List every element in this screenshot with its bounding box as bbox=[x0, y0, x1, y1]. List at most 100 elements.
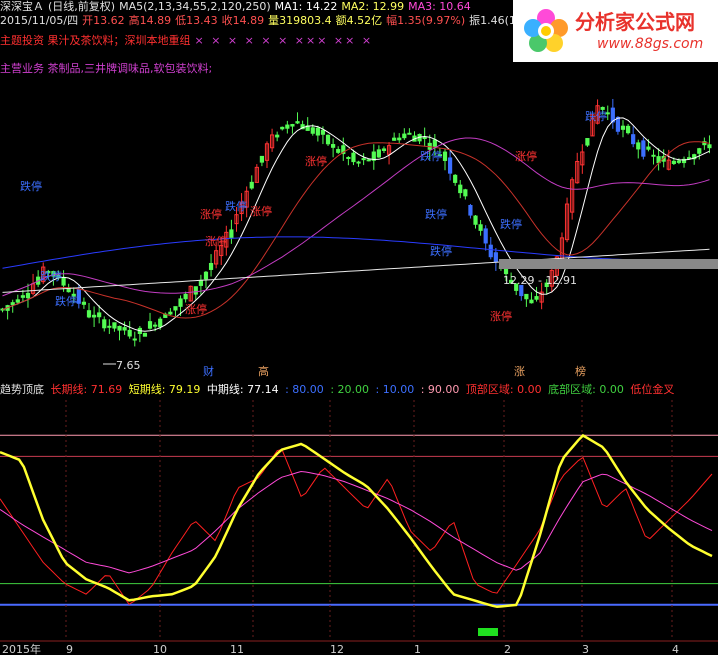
candle-body bbox=[112, 322, 117, 329]
candle-body bbox=[615, 116, 621, 132]
candle-body bbox=[249, 181, 254, 189]
level-90: : 90.00 bbox=[420, 383, 460, 396]
ma-line-mid bbox=[2, 141, 710, 319]
candle-body bbox=[687, 157, 692, 160]
candle-body bbox=[432, 139, 437, 147]
candle-body bbox=[585, 138, 590, 146]
candle-body bbox=[407, 132, 412, 135]
candle-body bbox=[183, 293, 188, 300]
candle-body bbox=[529, 299, 534, 304]
candle-body bbox=[20, 295, 25, 298]
long-line bbox=[0, 448, 713, 605]
candle-body bbox=[397, 137, 402, 141]
candle-body bbox=[107, 325, 112, 328]
candle-body bbox=[620, 125, 626, 130]
limit-down-label: 跌停 bbox=[40, 269, 62, 283]
mid-line-value: 中期线: 77.14 bbox=[206, 383, 279, 396]
candle-body bbox=[147, 321, 153, 329]
low-price-label: 7.65 bbox=[116, 359, 141, 372]
candle-body bbox=[229, 229, 234, 239]
limit-up-label: 涨停 bbox=[185, 302, 207, 316]
candle-body bbox=[320, 129, 326, 135]
candle-body bbox=[280, 126, 285, 130]
x-axis: 2015年 9 10 11 12 1 2 3 4 bbox=[0, 640, 718, 655]
candle-body bbox=[473, 215, 478, 225]
candle-body bbox=[275, 134, 280, 138]
candle-body bbox=[198, 279, 203, 286]
candle-body bbox=[534, 296, 539, 300]
limit-down-label: 跌停 bbox=[425, 207, 447, 221]
candle-body bbox=[351, 152, 356, 163]
candle-body bbox=[193, 286, 198, 295]
candle-body bbox=[336, 149, 341, 153]
candle-body bbox=[488, 244, 493, 258]
candle-body bbox=[453, 174, 458, 183]
bottom-zone: 底部区域: 0.00 bbox=[548, 383, 624, 396]
candle-body bbox=[447, 157, 453, 174]
level-80: : 80.00 bbox=[285, 383, 324, 396]
x-tick-label: 12 bbox=[330, 643, 344, 655]
candle-body bbox=[158, 318, 163, 328]
candle-body bbox=[346, 157, 351, 160]
limit-up-label: 涨停 bbox=[490, 309, 512, 323]
candle-body bbox=[651, 154, 656, 157]
candle-body bbox=[10, 302, 15, 306]
candle-body bbox=[132, 338, 137, 341]
ma-line-purple bbox=[2, 137, 710, 297]
event-marker: 涨 bbox=[514, 365, 525, 378]
candle-body bbox=[81, 301, 87, 305]
candle-body bbox=[707, 144, 712, 149]
candle-body bbox=[102, 319, 107, 329]
mid-line bbox=[0, 470, 713, 574]
range-label: 12.29 - 12.91 bbox=[503, 274, 577, 287]
event-marker: 财 bbox=[203, 364, 214, 378]
candle-body bbox=[676, 160, 682, 163]
x-tick-label: 4 bbox=[672, 643, 679, 655]
candle-body bbox=[463, 189, 468, 197]
candle-body bbox=[646, 146, 651, 150]
limit-down-label: 跌停 bbox=[430, 244, 452, 258]
limit-up-label: 涨停 bbox=[305, 154, 327, 168]
candle-body bbox=[178, 298, 183, 307]
candle-body bbox=[86, 310, 92, 318]
candle-body bbox=[402, 133, 407, 139]
x-tick-label: 3 bbox=[582, 643, 589, 655]
ma-line-long bbox=[2, 248, 710, 293]
limit-down-label: 跌停 bbox=[585, 109, 607, 123]
candle-body bbox=[97, 312, 102, 318]
candle-body bbox=[483, 228, 488, 244]
candle-body bbox=[625, 125, 631, 134]
candle-body bbox=[641, 140, 646, 157]
indicator-chart bbox=[0, 400, 718, 640]
candle-body bbox=[468, 204, 473, 216]
candle-body bbox=[671, 160, 676, 164]
candle-body bbox=[381, 148, 387, 151]
indicator-title: 趋势顶底 bbox=[0, 383, 44, 396]
short-line-value: 短期线: 79.19 bbox=[128, 383, 201, 396]
candle-body bbox=[25, 292, 31, 299]
event-marker: 高 bbox=[258, 364, 269, 378]
candle-body bbox=[331, 144, 336, 148]
x-tick-label: 1 bbox=[414, 643, 421, 655]
candle-body bbox=[259, 155, 265, 163]
candle-body bbox=[285, 124, 290, 129]
candle-body bbox=[636, 142, 641, 150]
candle-body bbox=[117, 325, 122, 331]
low-cross: 低位金叉 bbox=[630, 383, 675, 396]
range-box bbox=[499, 259, 718, 269]
candle-body bbox=[422, 137, 427, 140]
limit-down-label: 跌停 bbox=[420, 149, 442, 163]
level-10: : 10.00 bbox=[375, 383, 415, 396]
long-line-value: 长期线: 71.69 bbox=[50, 383, 123, 396]
level-20: : 20.00 bbox=[330, 383, 370, 396]
candle-body bbox=[325, 134, 331, 145]
candle-body bbox=[361, 158, 366, 161]
candle-body bbox=[76, 289, 81, 304]
candle-body bbox=[631, 134, 636, 145]
candle-body bbox=[208, 262, 214, 270]
candle-body bbox=[458, 184, 463, 194]
candle-body bbox=[122, 327, 127, 331]
x-tick-label: 10 bbox=[153, 643, 167, 655]
ma-line-short bbox=[2, 117, 710, 332]
candle-body bbox=[356, 161, 361, 164]
